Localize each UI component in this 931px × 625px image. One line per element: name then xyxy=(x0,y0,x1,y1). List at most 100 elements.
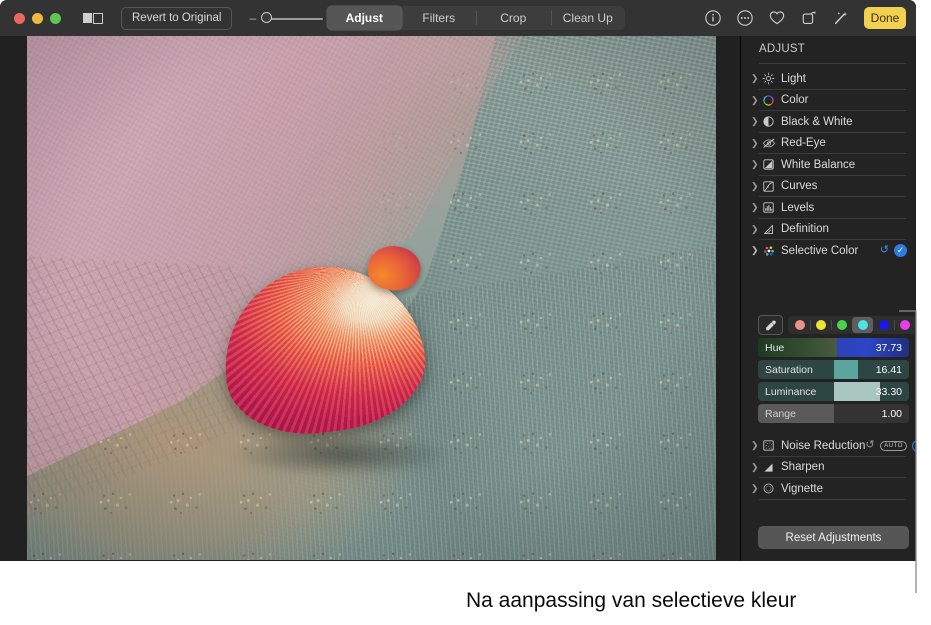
selective-color-swatches xyxy=(788,316,916,334)
sidebar-item-label: White Balance xyxy=(781,159,855,171)
sidebar-item-label: Curves xyxy=(781,180,817,192)
zoom-slider-track[interactable] xyxy=(261,12,323,24)
eyedropper-icon[interactable] xyxy=(758,315,783,335)
adjust-sidebar: ADJUST ❯ Light ❯ Color xyxy=(740,36,916,561)
chevron-down-icon[interactable]: ❯ xyxy=(751,246,761,255)
edited-photo[interactable] xyxy=(27,36,716,560)
sidebar-item-red-eye[interactable]: ❯ Red-Eye xyxy=(741,133,916,155)
more-options-icon[interactable] xyxy=(736,9,754,27)
slider-range[interactable]: Range 1.00 xyxy=(758,404,909,423)
swatch-blue-dot xyxy=(879,320,889,330)
sidebar-item-selective-color[interactable]: ❯ Selective Color ↺ ✓ xyxy=(741,240,916,262)
auto-enhance-icon[interactable] xyxy=(832,9,850,27)
slider-hue-label: Hue xyxy=(765,338,784,357)
swatch-red[interactable] xyxy=(789,317,810,333)
tab-clean-up[interactable]: Clean Up xyxy=(551,6,626,30)
selective-color-icon xyxy=(761,243,776,258)
chevron-right-icon[interactable]: ❯ xyxy=(751,139,761,148)
panel-title-divider xyxy=(759,63,906,64)
selective-color-sliders: Hue 37.73 Saturation 16.41 Luminance 33.… xyxy=(758,338,909,426)
chevron-right-icon[interactable]: ❯ xyxy=(751,160,761,169)
sidebar-item-label: Levels xyxy=(781,202,814,214)
tab-crop[interactable]: Crop xyxy=(476,6,551,30)
sidebar-item-vignette[interactable]: ❯ Vignette xyxy=(741,478,916,500)
sidebar-item-white-balance[interactable]: ❯ White Balance xyxy=(741,154,916,176)
curves-icon xyxy=(761,179,776,194)
sidebar-item-color[interactable]: ❯ Color xyxy=(741,90,916,112)
rotate-icon[interactable] xyxy=(800,9,818,27)
swatch-cyan[interactable] xyxy=(852,317,873,333)
photo-vignette-overlay xyxy=(27,36,716,560)
auto-badge[interactable]: AUTO xyxy=(880,441,907,451)
sidebar-item-levels[interactable]: ❯ Levels xyxy=(741,197,916,219)
maximize-window-button[interactable] xyxy=(50,13,61,24)
slider-saturation-label: Saturation xyxy=(765,360,813,379)
info-icon[interactable] xyxy=(704,9,722,27)
reset-adjustments-button[interactable]: Reset Adjustments xyxy=(758,526,909,549)
chevron-right-icon[interactable]: ❯ xyxy=(751,96,761,105)
white-balance-icon xyxy=(761,157,776,172)
swatch-green[interactable] xyxy=(831,317,852,333)
slider-hue[interactable]: Hue 37.73 xyxy=(758,338,909,357)
swatch-yellow[interactable] xyxy=(810,317,831,333)
sidebar-item-label: Light xyxy=(781,73,806,85)
editor-mode-tabs: Adjust Filters Crop Clean Up xyxy=(327,6,625,30)
slider-luminance[interactable]: Luminance 33.30 xyxy=(758,382,909,401)
traffic-lights xyxy=(14,13,61,24)
toolbar-right-actions: Done xyxy=(704,0,906,36)
levels-icon xyxy=(761,200,776,215)
swatch-magenta-dot xyxy=(900,320,910,330)
sharpen-icon xyxy=(761,460,776,475)
tab-filters[interactable]: Filters xyxy=(402,6,477,30)
chevron-right-icon[interactable]: ❯ xyxy=(751,117,761,126)
chevron-right-icon[interactable]: ❯ xyxy=(751,463,761,472)
swatch-blue[interactable] xyxy=(873,317,894,333)
sidebar-item-curves[interactable]: ❯ Curves xyxy=(741,176,916,198)
chevron-right-icon[interactable]: ❯ xyxy=(751,441,761,450)
sidebar-item-light[interactable]: ❯ Light xyxy=(741,68,916,90)
page-right-margin xyxy=(916,0,931,561)
slider-saturation[interactable]: Saturation 16.41 xyxy=(758,360,909,379)
close-window-button[interactable] xyxy=(14,13,25,24)
chevron-right-icon[interactable]: ❯ xyxy=(751,203,761,212)
swatch-magenta[interactable] xyxy=(894,317,915,333)
slider-luminance-value: 33.30 xyxy=(876,382,902,401)
vignette-icon xyxy=(761,481,776,496)
figure-caption: Na aanpassing van selectieve kleur xyxy=(466,589,796,613)
chevron-right-icon[interactable]: ❯ xyxy=(751,484,761,493)
tab-adjust[interactable]: Adjust xyxy=(327,6,402,30)
zoom-slider-control[interactable]: – + xyxy=(248,12,336,24)
selective-color-row-actions: ↺ ✓ xyxy=(880,244,907,257)
noise-reduction-icon xyxy=(761,438,776,453)
chevron-right-icon[interactable]: ❯ xyxy=(751,74,761,83)
definition-icon xyxy=(761,222,776,237)
reset-arrow-icon[interactable]: ↺ xyxy=(865,440,874,451)
photos-editor-window: Revert to Original – + Adjust Filters Cr… xyxy=(0,0,916,561)
done-button[interactable]: Done xyxy=(864,7,906,29)
minimize-window-button[interactable] xyxy=(32,13,43,24)
chevron-right-icon[interactable]: ❯ xyxy=(751,225,761,234)
slider-hue-value: 37.73 xyxy=(876,338,902,357)
red-eye-icon xyxy=(761,136,776,151)
chevron-right-icon[interactable]: ❯ xyxy=(751,182,761,191)
sidebar-item-noise-reduction[interactable]: ❯ Noise Reduction ↺ AUTO xyxy=(741,435,916,457)
screenshot-root: Revert to Original – + Adjust Filters Cr… xyxy=(0,0,931,625)
swatch-cyan-dot xyxy=(858,320,868,330)
sidebar-item-definition[interactable]: ❯ Definition xyxy=(741,219,916,241)
adjustments-list-lower: ❯ Noise Reduction ↺ AUTO ❯ xyxy=(741,435,916,500)
sidebar-item-sharpen[interactable]: ❯ Sharpen xyxy=(741,457,916,479)
split-view-icon[interactable] xyxy=(83,13,103,24)
sidebar-item-black-and-white[interactable]: ❯ Black & White xyxy=(741,111,916,133)
revert-to-original-button[interactable]: Revert to Original xyxy=(121,7,232,30)
slider-range-label: Range xyxy=(765,404,796,423)
zoom-slider-thumb[interactable] xyxy=(261,12,272,23)
sidebar-item-label: Noise Reduction xyxy=(781,440,865,452)
slider-saturation-fill xyxy=(834,360,858,379)
favorite-icon[interactable] xyxy=(768,9,786,27)
selective-color-tools xyxy=(758,315,916,335)
sidebar-item-label: Sharpen xyxy=(781,461,824,473)
reset-arrow-icon[interactable]: ↺ xyxy=(880,245,889,256)
window-toolbar: Revert to Original – + Adjust Filters Cr… xyxy=(0,0,916,36)
checkmark-circle-icon[interactable]: ✓ xyxy=(894,244,907,257)
light-icon xyxy=(761,71,776,86)
